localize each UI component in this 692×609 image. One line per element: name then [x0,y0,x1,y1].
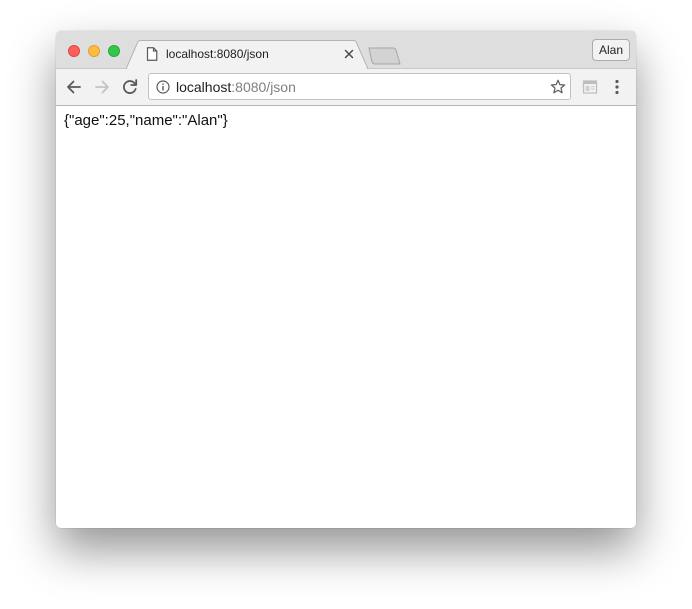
tab-active[interactable]: localhost:8080/json [126,40,368,69]
toolbar: localhost:8080/json [56,69,636,106]
window-close-button[interactable] [68,45,80,57]
window-minimize-button[interactable] [88,45,100,57]
page-content: {"age":25,"name":"Alan"} [56,106,636,528]
new-tab-icon[interactable] [366,46,402,66]
window-maximize-button[interactable] [108,45,120,57]
browser-window: localhost:8080/json Alan localhost:8080/… [56,31,636,528]
arrow-left-icon[interactable] [64,77,84,97]
tab-title: localhost:8080/json [166,47,269,61]
kebab-menu-icon[interactable] [609,78,625,96]
url-path: :8080/json [231,79,296,95]
json-response-text: {"age":25,"name":"Alan"} [64,112,228,129]
star-icon[interactable] [550,79,566,95]
arrow-right-icon[interactable] [92,77,112,97]
profile-button[interactable]: Alan [592,39,630,61]
url-text[interactable]: localhost:8080/json [176,79,296,95]
document-icon [146,47,158,61]
address-bar[interactable]: localhost:8080/json [148,73,571,100]
info-icon[interactable] [156,80,170,94]
title-bar: localhost:8080/json Alan [56,31,636,69]
url-host: localhost [176,79,232,95]
reader-mode-icon[interactable] [582,79,598,95]
tab-close-icon[interactable] [342,47,356,61]
reload-icon[interactable] [120,77,140,97]
